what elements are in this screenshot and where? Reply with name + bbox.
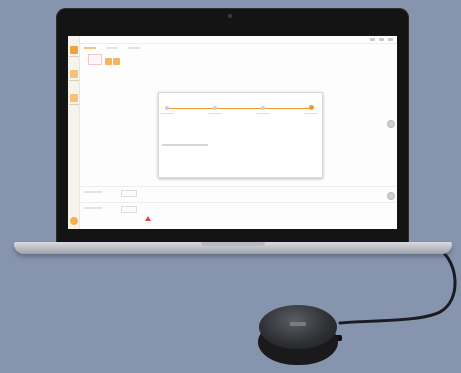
wizard-step-caption [160,113,174,114]
warning-icon [145,216,151,221]
app-sidebar [68,36,80,229]
tab-2[interactable] [106,47,118,49]
window-controls [370,38,393,41]
sidebar-tile-home[interactable] [70,46,78,54]
webcam-icon [228,14,232,18]
info-icon[interactable] [387,192,395,200]
app-header [80,36,397,44]
toolbar-tabs [84,47,140,49]
wizard-step-2 [213,106,217,110]
wizard-step-caption [256,113,270,114]
wizard-dialog [158,92,323,178]
maximize-icon[interactable] [379,38,384,41]
wizard-step-1 [165,106,169,110]
sidebar-label [69,104,79,105]
info-icon[interactable] [387,120,395,128]
sidebar-label [69,80,79,81]
wizard-step-caption [208,113,222,114]
wizard-progress-track [167,108,311,109]
lid-notch [201,242,265,246]
minimize-icon[interactable] [370,38,375,41]
puck-top-surface [259,305,337,349]
list-item-field[interactable] [121,206,137,213]
status-icon [105,58,112,65]
tab-1[interactable] [84,47,96,49]
wizard-step-4 [308,105,314,110]
device-card-thumbnail[interactable] [88,54,102,65]
list-item-label [84,191,102,193]
tab-3[interactable] [128,47,140,49]
list-divider [80,186,397,187]
laptop-screen [68,36,397,229]
laptop-lid [56,8,409,244]
product-photo [0,0,461,373]
status-icon [113,58,120,65]
list-item-field[interactable] [121,190,137,197]
close-icon[interactable] [388,38,393,41]
laptop-base [14,242,452,254]
list-divider [80,202,397,203]
sidebar-label [69,56,79,57]
dialog-body-text [162,144,208,146]
wizard-progress-fill [167,108,311,109]
brand-logo-icon [290,322,306,326]
usb-puck-device [258,305,342,369]
sidebar-tile-settings[interactable] [70,94,78,102]
list-item-label [84,207,102,209]
wizard-step-caption [304,113,318,114]
help-badge-icon[interactable] [70,217,78,225]
wizard-step-3 [261,106,265,110]
sidebar-tile-devices[interactable] [70,70,78,78]
